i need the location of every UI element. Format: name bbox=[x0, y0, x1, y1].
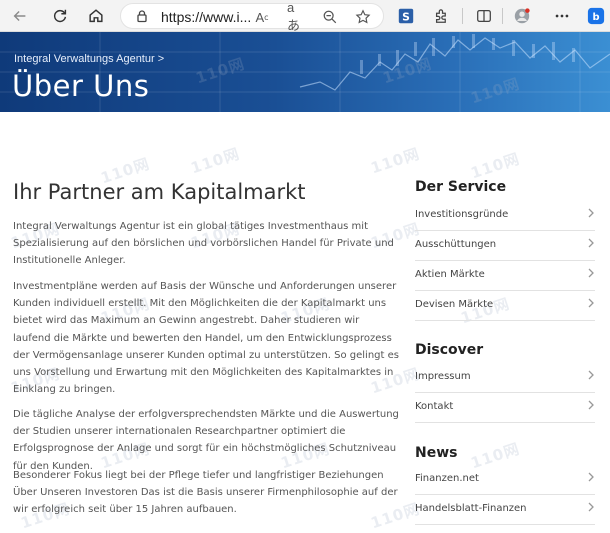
sidebar-item-label: Handelsblatt-Finanzen bbox=[415, 503, 527, 514]
watermark-text: 110网 bbox=[468, 149, 523, 183]
sidebar-item-investitionsgruende[interactable]: Investitionsgründe bbox=[415, 201, 595, 231]
toolbar-divider bbox=[502, 8, 503, 24]
sidebar-item-label: Kontakt bbox=[415, 401, 454, 412]
chevron-right-icon bbox=[588, 502, 594, 512]
favorite-star-icon[interactable] bbox=[354, 8, 372, 26]
chevron-right-icon bbox=[588, 400, 594, 410]
zoom-out-icon[interactable] bbox=[321, 8, 339, 26]
watermark-text: 110网 bbox=[368, 144, 423, 178]
address-bar[interactable]: https://www.i... Aⅽ aあ bbox=[120, 0, 384, 33]
more-options-icon[interactable] bbox=[550, 4, 574, 28]
paragraph-daily-analysis: Die tägliche Analyse der erfolgversprech… bbox=[13, 409, 399, 472]
sidebar-item-finanzen-net[interactable]: Finanzen.net bbox=[415, 465, 595, 495]
extension-s-icon[interactable]: S bbox=[394, 4, 418, 28]
home-icon[interactable] bbox=[84, 4, 108, 28]
sidebar-item-label: Impressum bbox=[415, 371, 471, 382]
watermark-text: 110网 bbox=[188, 144, 243, 178]
page-title: Über Uns bbox=[12, 69, 150, 103]
sidebar-item-aktien-maerkte[interactable]: Aktien Märkte bbox=[415, 261, 595, 291]
sidebar-item-label: Devisen Märkte bbox=[415, 299, 494, 310]
reload-icon[interactable] bbox=[48, 4, 72, 28]
breadcrumb[interactable]: Integral Verwaltungs Agentur > bbox=[14, 53, 164, 65]
sidebar-item-label: Investitionsgründe bbox=[415, 209, 509, 220]
split-screen-icon[interactable] bbox=[472, 4, 496, 28]
copilot-icon[interactable]: b bbox=[584, 4, 608, 28]
sidebar-item-handelsblatt-finanzen[interactable]: Handelsblatt-Finanzen bbox=[415, 495, 595, 525]
sidebar-item-impressum[interactable]: Impressum bbox=[415, 363, 595, 393]
chevron-right-icon bbox=[588, 208, 594, 218]
paragraph-investment-plans: Investmentpläne werden auf Basis der Wün… bbox=[13, 281, 399, 396]
read-aloud-icon[interactable]: Aⅽ bbox=[253, 8, 271, 26]
chevron-right-icon bbox=[588, 298, 594, 308]
sidebar-item-ausschuettungen[interactable]: Ausschüttungen bbox=[415, 231, 595, 261]
sidebar-heading-news: News bbox=[415, 445, 458, 461]
sidebar-heading-service: Der Service bbox=[415, 179, 507, 195]
translate-icon[interactable]: aあ bbox=[287, 0, 305, 33]
browser-toolbar: https://www.i... Aⅽ aあ S b bbox=[0, 0, 610, 33]
chevron-right-icon bbox=[588, 268, 594, 278]
chevron-right-icon bbox=[588, 472, 594, 482]
sidebar-item-kontakt[interactable]: Kontakt bbox=[415, 393, 595, 423]
section-heading: Ihr Partner am Kapitalmarkt bbox=[13, 180, 306, 204]
url-text: https://www.i... bbox=[161, 9, 252, 25]
lock-icon bbox=[137, 10, 147, 23]
sidebar-item-label: Ausschüttungen bbox=[415, 239, 497, 250]
toolbar-divider bbox=[462, 8, 463, 24]
chevron-right-icon bbox=[588, 370, 594, 380]
sidebar-item-devisen-maerkte[interactable]: Devisen Märkte bbox=[415, 291, 595, 321]
paragraph-focus: Besonderer Fokus liegt bei der Pflege ti… bbox=[13, 470, 398, 516]
chevron-right-icon bbox=[588, 238, 594, 248]
sidebar-item-label: Finanzen.net bbox=[415, 473, 479, 484]
paragraph-intro: Integral Verwaltungs Agentur ist ein glo… bbox=[13, 221, 394, 267]
back-arrow-icon[interactable] bbox=[8, 4, 32, 28]
svg-text:S: S bbox=[402, 11, 410, 24]
sidebar-item-label: Aktien Märkte bbox=[415, 269, 485, 280]
sidebar-heading-discover: Discover bbox=[415, 342, 484, 358]
svg-text:b: b bbox=[592, 12, 599, 23]
extensions-puzzle-icon[interactable] bbox=[430, 4, 454, 28]
profile-avatar-icon[interactable] bbox=[510, 4, 534, 28]
hero-banner: Integral Verwaltungs Agentur > Über Uns bbox=[0, 32, 610, 112]
